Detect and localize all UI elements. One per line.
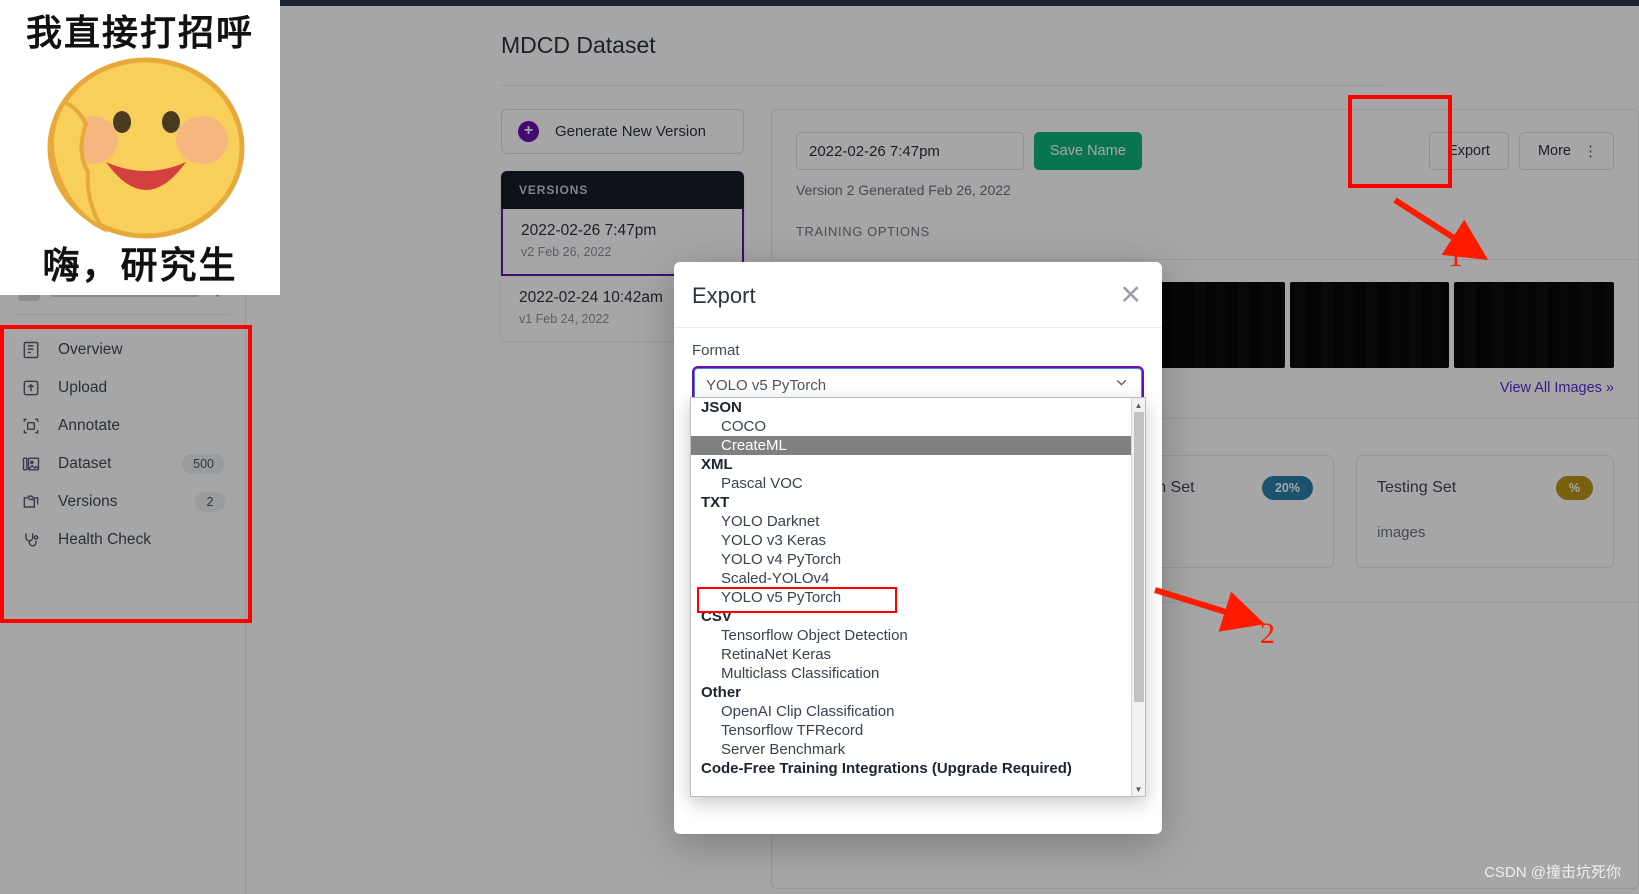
app-root: ⋮ Overview bbox=[0, 0, 1639, 894]
sidebar-item-label: Annotate bbox=[58, 417, 121, 434]
generate-new-version-label: Generate New Version bbox=[555, 123, 706, 140]
page-title: MDCD Dataset bbox=[501, 32, 656, 58]
format-options-list[interactable]: JSON COCO CreateML XML Pascal VOC TXT YO… bbox=[690, 397, 1146, 797]
option-pascal-voc[interactable]: Pascal VOC bbox=[691, 474, 1131, 493]
versions-icon bbox=[20, 491, 42, 513]
version-sub: v2 Feb 26, 2022 bbox=[521, 245, 612, 259]
meme-overlay-image: 我直接打招呼 嗨，研究生 bbox=[0, 0, 280, 295]
export-modal-title: Export bbox=[692, 282, 756, 308]
sidebar-item-label: Upload bbox=[58, 379, 108, 396]
option-yolo-darknet[interactable]: YOLO Darknet bbox=[691, 512, 1131, 531]
meme-bottom-text: 嗨，研究生 bbox=[42, 244, 238, 287]
option-group-txt: TXT bbox=[701, 494, 730, 511]
split-pill: % bbox=[1555, 476, 1593, 500]
version-name-input[interactable] bbox=[796, 132, 1024, 170]
scrollbar-thumb[interactable] bbox=[1134, 412, 1144, 702]
kebab-icon: ⋮ bbox=[1583, 142, 1599, 160]
save-name-button[interactable]: Save Name bbox=[1034, 132, 1142, 170]
option-openai-clip-classification[interactable]: OpenAI Clip Classification bbox=[691, 702, 1131, 721]
smiley-waving-icon bbox=[47, 57, 245, 239]
format-options-scroll-content: JSON COCO CreateML XML Pascal VOC TXT YO… bbox=[691, 398, 1131, 796]
upload-icon bbox=[20, 377, 42, 399]
option-yolo-v3-keras[interactable]: YOLO v3 Keras bbox=[691, 531, 1131, 550]
plus-icon: + bbox=[518, 121, 539, 142]
dataset-icon bbox=[20, 453, 42, 475]
action-button-group: Export More ⋮ bbox=[1429, 132, 1614, 170]
thumbnail[interactable] bbox=[1289, 282, 1450, 368]
generate-new-version-button[interactable]: + Generate New Version bbox=[501, 109, 744, 154]
sidebar-item-label: Dataset bbox=[58, 455, 112, 472]
split-card-testing: Testing Set % images bbox=[1356, 455, 1614, 568]
option-tensorflow-object-detection[interactable]: Tensorflow Object Detection bbox=[691, 626, 1131, 645]
version-generated-caption: Version 2 Generated Feb 26, 2022 bbox=[796, 182, 1011, 198]
sidebar-badge-dataset: 500 bbox=[182, 454, 225, 474]
option-createml[interactable]: CreateML bbox=[691, 436, 1131, 455]
scroll-down-arrow-icon[interactable]: ▼ bbox=[1132, 782, 1145, 796]
annotation-number-2: 2 bbox=[1260, 617, 1275, 650]
sidebar-item-versions[interactable]: Versions 2 bbox=[0, 483, 245, 521]
option-group-json: JSON bbox=[701, 399, 742, 416]
sidebar-item-label: Overview bbox=[58, 341, 123, 358]
option-server-benchmark[interactable]: Server Benchmark bbox=[691, 740, 1131, 759]
overview-icon bbox=[20, 339, 42, 361]
sidebar-divider bbox=[16, 314, 229, 315]
versions-header: VERSIONS bbox=[501, 171, 744, 209]
option-group-other: Other bbox=[701, 684, 742, 701]
option-yolo-v4-pytorch[interactable]: YOLO v4 PyTorch bbox=[691, 550, 1131, 569]
more-button[interactable]: More ⋮ bbox=[1518, 132, 1614, 170]
option-group-csv: CSV bbox=[701, 608, 732, 625]
annotation-number-1: 1 bbox=[1448, 240, 1463, 273]
option-tensorflow-tfrecord[interactable]: Tensorflow TFRecord bbox=[691, 721, 1131, 740]
detail-toolbar: Save Name Export More ⋮ bbox=[772, 110, 1638, 170]
option-retinanet-keras[interactable]: RetinaNet Keras bbox=[691, 645, 1131, 664]
sidebar-item-health-check[interactable]: Health Check bbox=[0, 521, 245, 559]
annotate-icon bbox=[20, 415, 42, 437]
csdn-watermark: CSDN @撞击坑死你 bbox=[1484, 864, 1621, 881]
export-button[interactable]: Export bbox=[1429, 132, 1509, 170]
sidebar-item-overview[interactable]: Overview bbox=[0, 331, 245, 369]
sidebar-item-annotate[interactable]: Annotate bbox=[0, 407, 245, 445]
scroll-up-arrow-icon[interactable]: ▲ bbox=[1132, 398, 1145, 412]
format-select-value: YOLO v5 PyTorch bbox=[706, 376, 827, 394]
close-icon[interactable]: ✕ bbox=[1119, 282, 1142, 309]
sidebar-item-upload[interactable]: Upload bbox=[0, 369, 245, 407]
version-name: 2022-02-26 7:47pm bbox=[521, 222, 657, 239]
option-coco[interactable]: COCO bbox=[691, 417, 1131, 436]
sidebar-nav: Overview Upload Annotate Dataset 500 Ver… bbox=[0, 325, 245, 559]
sidebar-item-label: Health Check bbox=[58, 531, 152, 548]
option-scaled-yolov4[interactable]: Scaled-YOLOv4 bbox=[691, 569, 1131, 588]
format-label: Format bbox=[692, 342, 740, 359]
sidebar-badge-versions: 2 bbox=[195, 492, 225, 512]
split-title: Testing Set bbox=[1377, 479, 1457, 496]
export-modal-header: Export ✕ bbox=[674, 262, 1162, 328]
option-group-code-free-training: Code-Free Training Integrations (Upgrade… bbox=[701, 760, 1072, 777]
thumbnail[interactable] bbox=[1454, 282, 1614, 368]
chevron-down-icon bbox=[1113, 374, 1130, 396]
sidebar-item-label: Versions bbox=[58, 493, 118, 510]
option-group-xml: XML bbox=[701, 456, 733, 473]
split-card-head: Testing Set % bbox=[1377, 476, 1593, 500]
sidebar-item-dataset[interactable]: Dataset 500 bbox=[0, 445, 245, 483]
option-multiclass-classification[interactable]: Multiclass Classification bbox=[691, 664, 1131, 683]
split-pill: 20% bbox=[1261, 476, 1313, 500]
meme-top-text: 我直接打招呼 bbox=[25, 13, 254, 54]
health-check-icon bbox=[20, 529, 42, 551]
option-yolo-v5-pytorch[interactable]: YOLO v5 PyTorch bbox=[691, 587, 1131, 613]
more-button-label: More bbox=[1537, 143, 1571, 159]
options-scrollbar[interactable]: ▲ ▼ bbox=[1131, 398, 1145, 796]
training-options-label: TRAINING OPTIONS bbox=[796, 224, 930, 239]
split-sub: images bbox=[1377, 524, 1426, 541]
